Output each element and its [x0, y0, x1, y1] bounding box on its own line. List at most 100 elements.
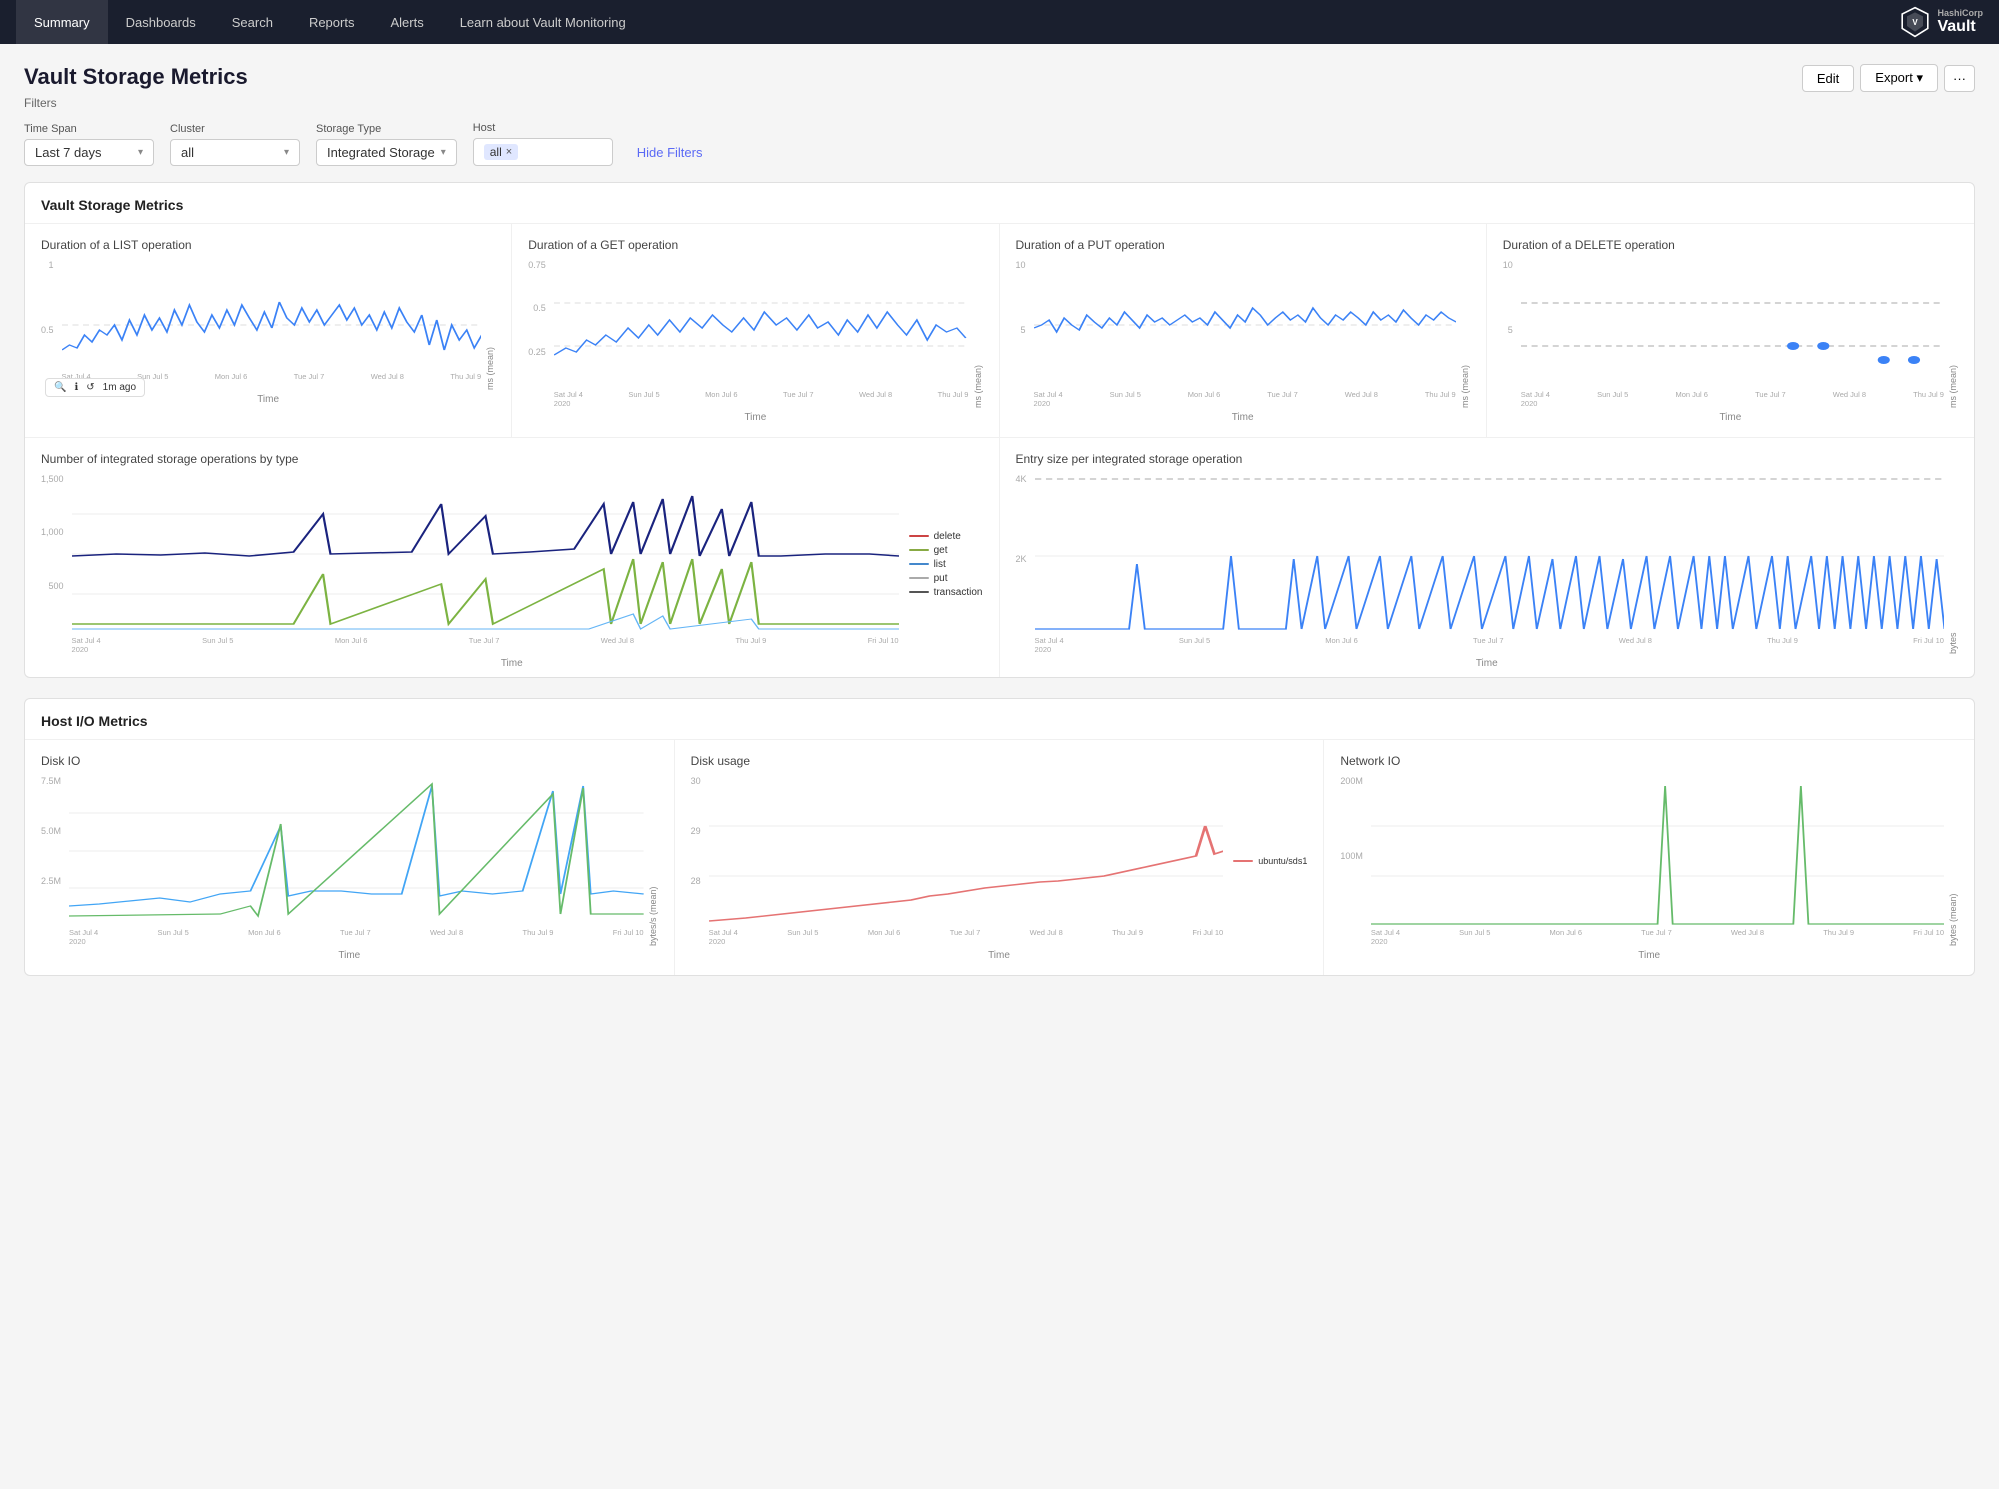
host-input[interactable]: all ×	[473, 138, 613, 166]
list-chart-title: Duration of a LIST operation	[41, 238, 495, 252]
delete-y-label: ms (mean)	[1948, 260, 1958, 408]
vault-logo-icon: V	[1899, 6, 1931, 38]
filters-row: Time Span Last 7 days ▾ Cluster all ▾ St…	[24, 122, 1975, 166]
delete-chart-title: Duration of a DELETE operation	[1503, 238, 1958, 252]
legend-list: list	[909, 559, 983, 570]
disk-usage-svg	[709, 776, 1224, 926]
more-button[interactable]: ···	[1944, 65, 1975, 92]
vault-storage-section-title: Vault Storage Metrics	[25, 183, 1974, 224]
disk-usage-area: Sat Jul 42020Sun Jul 5Mon Jul 6Tue Jul 7…	[709, 776, 1224, 946]
storage-ops-area: Sat Jul 42020Sun Jul 5Mon Jul 6Tue Jul 7…	[72, 474, 899, 654]
storage-ops-chart: Number of integrated storage operations …	[25, 438, 1000, 677]
vault-storage-section: Vault Storage Metrics Duration of a LIST…	[24, 182, 1975, 678]
cluster-select[interactable]: all ▾	[170, 139, 300, 166]
delete-chart-svg	[1521, 260, 1944, 390]
nav-item-reports[interactable]: Reports	[291, 0, 373, 44]
disk-usage-x-label: Time	[691, 950, 1308, 961]
delete-chart-area: Sat Jul 42020Sun Jul 5Mon Jul 6Tue Jul 7…	[1521, 260, 1944, 408]
list-chart-area: Sat Jul 42020Sun Jul 5Mon Jul 6Tue Jul 7…	[62, 260, 482, 390]
chart-tooltip: 🔍 ℹ ↺ 1m ago	[45, 378, 145, 397]
get-x-label: Time	[528, 412, 982, 423]
wide-charts-grid: Number of integrated storage operations …	[25, 437, 1974, 677]
disk-io-area: Sat Jul 42020Sun Jul 5Mon Jul 6Tue Jul 7…	[69, 776, 644, 946]
legend-get: get	[909, 545, 983, 556]
get-chart-svg	[554, 260, 969, 390]
time-span-label: Time Span	[24, 123, 154, 135]
product-name: Vault	[1937, 18, 1983, 36]
top-charts-grid: Duration of a LIST operation 10.5 Sat Ju…	[25, 224, 1974, 437]
host-io-section-title: Host I/O Metrics	[25, 699, 1974, 740]
legend-ubuntu: ubuntu/sds1	[1233, 856, 1307, 866]
put-chart-area: Sat Jul 42020Sun Jul 5Mon Jul 6Tue Jul 7…	[1034, 260, 1456, 408]
disk-io-y-label: bytes/s (mean)	[648, 776, 658, 946]
disk-io-title: Disk IO	[41, 754, 658, 768]
nav-items: Summary Dashboards Search Reports Alerts…	[16, 0, 1899, 44]
put-x-label: Time	[1016, 412, 1470, 423]
delete-operation-chart: Duration of a DELETE operation 105	[1487, 224, 1974, 437]
put-y-label: ms (mean)	[1460, 260, 1470, 408]
page-header: Vault Storage Metrics Filters Edit Expor…	[24, 64, 1975, 118]
brand-logo: V HashiCorp Vault	[1899, 6, 1983, 38]
storage-type-label: Storage Type	[316, 123, 457, 135]
nav-item-summary[interactable]: Summary	[16, 0, 108, 44]
time-span-select[interactable]: Last 7 days ▾	[24, 139, 154, 166]
header-buttons: Edit Export ▾ ···	[1802, 64, 1975, 92]
network-io-title: Network IO	[1340, 754, 1958, 768]
edit-button[interactable]: Edit	[1802, 65, 1854, 92]
info-icon[interactable]: ℹ	[74, 382, 78, 393]
chevron-down-icon: ▾	[138, 147, 143, 158]
cluster-filter: Cluster all ▾	[170, 123, 300, 166]
filters-label: Filters	[24, 96, 248, 110]
storage-ops-svg	[72, 474, 899, 634]
get-y-label: ms (mean)	[973, 260, 983, 408]
entry-size-area: Sat Jul 42020Sun Jul 5Mon Jul 6Tue Jul 7…	[1035, 474, 1944, 654]
get-operation-chart: Duration of a GET operation 0.750.50.25 …	[512, 224, 999, 437]
disk-usage-title: Disk usage	[691, 754, 1308, 768]
main-content: Vault Storage Metrics Filters Edit Expor…	[0, 44, 1999, 1016]
legend-transaction: transaction	[909, 587, 983, 598]
tag-remove-icon[interactable]: ×	[506, 146, 512, 158]
list-chart-svg	[62, 260, 482, 390]
hide-filters-button[interactable]: Hide Filters	[637, 145, 703, 166]
top-navigation: Summary Dashboards Search Reports Alerts…	[0, 0, 1999, 44]
nav-item-learn[interactable]: Learn about Vault Monitoring	[442, 0, 644, 44]
network-io-chart: Network IO 200M100M Sat Jul 42020	[1324, 740, 1974, 975]
export-button[interactable]: Export ▾	[1860, 64, 1938, 92]
put-operation-chart: Duration of a PUT operation 105 Sat Jul …	[1000, 224, 1487, 437]
disk-io-x-label: Time	[41, 950, 658, 961]
network-io-y-label: bytes (mean)	[1948, 776, 1958, 946]
refresh-icon[interactable]: ↺	[86, 382, 94, 393]
disk-io-svg	[69, 776, 644, 926]
tooltip-time: 1m ago	[103, 382, 136, 393]
chevron-down-icon: ▾	[441, 147, 446, 158]
delete-x-label: Time	[1503, 412, 1958, 423]
nav-item-search[interactable]: Search	[214, 0, 291, 44]
time-span-filter: Time Span Last 7 days ▾	[24, 123, 154, 166]
page-title-area: Vault Storage Metrics Filters	[24, 64, 248, 118]
entry-size-svg	[1035, 474, 1944, 634]
network-io-x-label: Time	[1340, 950, 1958, 961]
disk-usage-chart: Disk usage 302928 Sat Jul 42020Su	[675, 740, 1325, 975]
brand-name: HashiCorp	[1937, 8, 1983, 18]
zoom-icon[interactable]: 🔍	[54, 382, 66, 393]
host-tag: all ×	[484, 144, 518, 160]
svg-text:V: V	[1913, 18, 1919, 27]
get-chart-title: Duration of a GET operation	[528, 238, 982, 252]
nav-item-alerts[interactable]: Alerts	[372, 0, 441, 44]
disk-io-chart: Disk IO 7.5M5.0M2.5M	[25, 740, 675, 975]
cluster-label: Cluster	[170, 123, 300, 135]
entry-size-x-label: Time	[1016, 658, 1959, 669]
entry-size-chart: Entry size per integrated storage operat…	[1000, 438, 1975, 677]
storage-ops-x-label: Time	[41, 658, 983, 669]
chevron-down-icon: ▾	[284, 147, 289, 158]
put-chart-title: Duration of a PUT operation	[1016, 238, 1470, 252]
entry-size-title: Entry size per integrated storage operat…	[1016, 452, 1959, 466]
list-operation-chart: Duration of a LIST operation 10.5 Sat Ju…	[25, 224, 512, 437]
put-chart-svg	[1034, 260, 1456, 390]
nav-item-dashboards[interactable]: Dashboards	[108, 0, 214, 44]
host-io-section: Host I/O Metrics Disk IO 7.5M5.0M2.5M	[24, 698, 1975, 976]
storage-type-select[interactable]: Integrated Storage ▾	[316, 139, 457, 166]
host-filter: Host all ×	[473, 122, 613, 166]
host-label: Host	[473, 122, 613, 134]
list-y-label: ms (mean)	[485, 260, 495, 390]
